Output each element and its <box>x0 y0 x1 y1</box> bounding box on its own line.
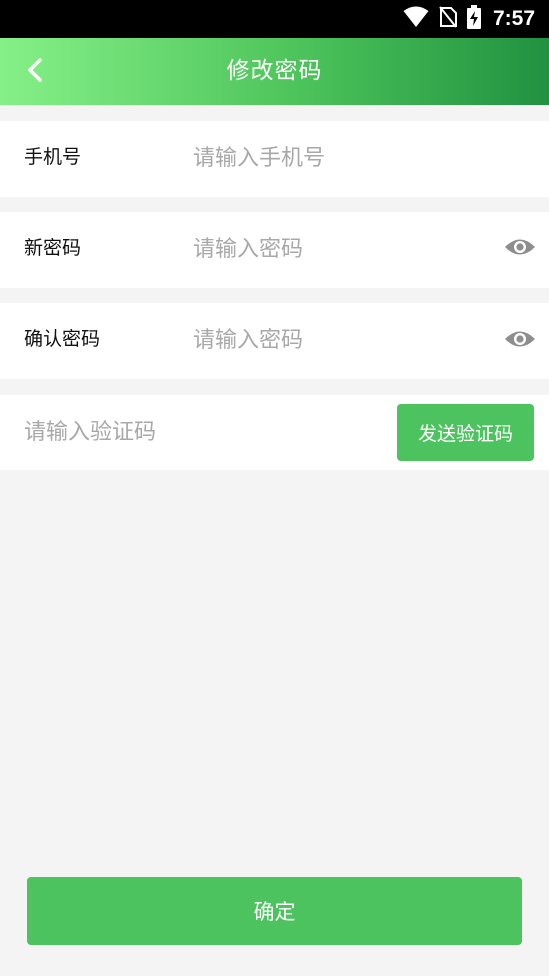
new-password-input[interactable] <box>193 234 473 264</box>
no-sim-icon <box>439 6 457 32</box>
show-new-password-button[interactable] <box>504 238 536 260</box>
toolbar: 修改密码 <box>0 38 549 105</box>
new-password-row: 新密码 <box>0 212 549 288</box>
eye-icon <box>504 236 536 262</box>
confirm-password-input[interactable] <box>193 325 473 355</box>
status-time: 7:57 <box>492 7 535 30</box>
chevron-left-icon <box>26 57 44 87</box>
phone-input[interactable] <box>193 143 513 173</box>
show-confirm-password-button[interactable] <box>504 330 536 352</box>
verification-row: 发送验证码 <box>0 395 549 470</box>
battery-charging-icon <box>466 5 481 33</box>
verification-code-input[interactable] <box>24 417 364 447</box>
status-bar: 7:57 <box>0 0 549 38</box>
back-button[interactable] <box>14 51 56 93</box>
wifi-icon <box>403 6 429 32</box>
status-icons: 7:57 <box>403 5 535 33</box>
phone-row: 手机号 <box>0 121 549 197</box>
phone-label: 手机号 <box>24 146 82 168</box>
confirm-password-label: 确认密码 <box>24 328 101 350</box>
confirm-password-row: 确认密码 <box>0 303 549 379</box>
page-title: 修改密码 <box>226 58 323 84</box>
new-password-label: 新密码 <box>24 237 82 259</box>
eye-icon <box>504 328 536 354</box>
confirm-button[interactable]: 确定 <box>27 877 522 945</box>
send-code-button[interactable]: 发送验证码 <box>397 404 534 461</box>
